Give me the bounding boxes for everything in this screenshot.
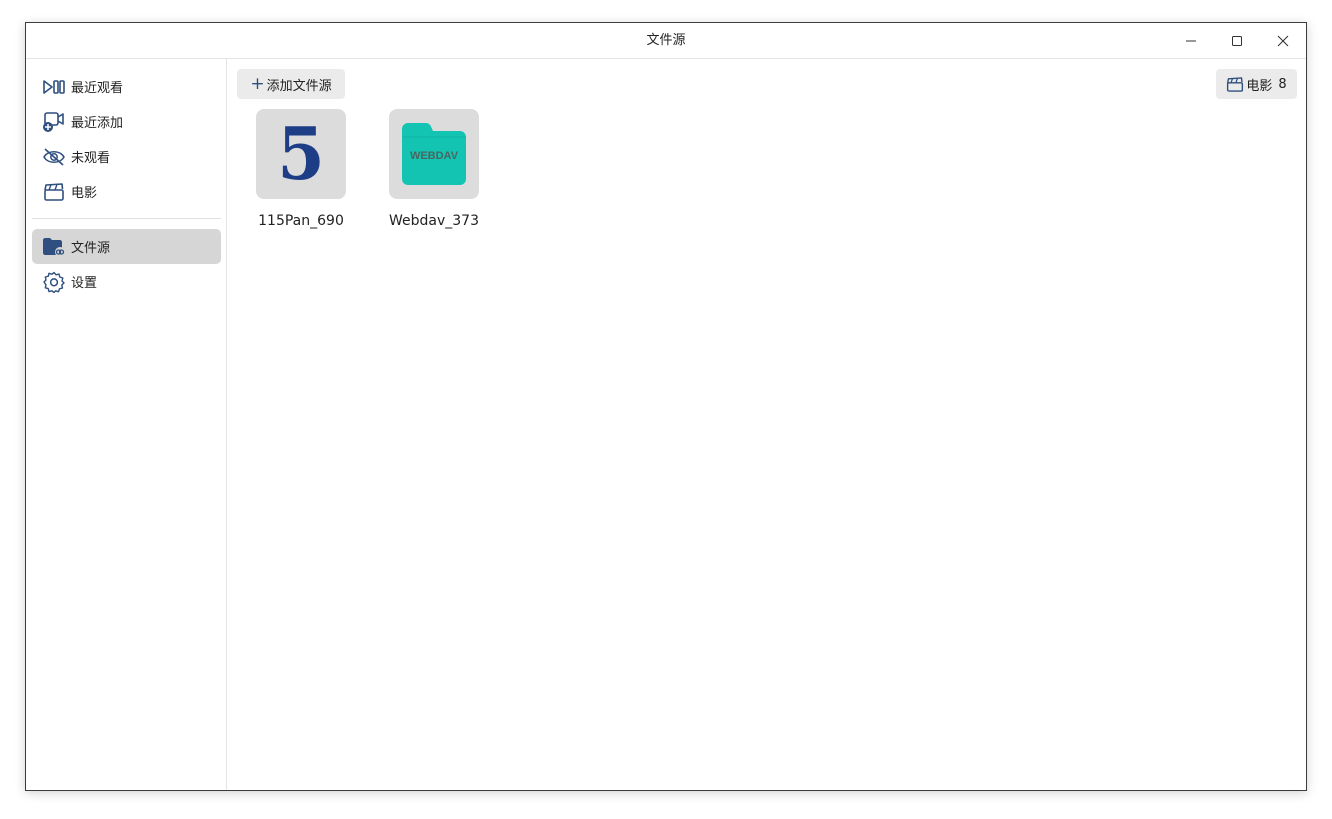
folder-link-icon [42,235,66,259]
movie-count: 8 [1278,76,1287,92]
sidebar-item-file-sources[interactable]: 文件源 [32,229,221,264]
movie-badge-label: 电影 [1246,78,1273,94]
maximize-icon [1232,35,1242,46]
sidebar-item-recently-watched[interactable]: 最近观看 [32,69,221,104]
minimize-button[interactable] [1168,23,1214,58]
gear-icon [42,270,66,294]
sidebar-item-recently-added[interactable]: 最近添加 [32,104,221,139]
sidebar-item-label: 设置 [71,276,98,291]
minimize-icon [1186,40,1196,41]
sidebar-item-label: 文件源 [71,241,111,256]
source-item-webdav[interactable]: WEBDAV Webdav_373 [374,109,494,239]
movie-count-badge[interactable]: 电影 8 [1216,69,1297,99]
add-source-label: 添加文件源 [266,78,332,94]
add-video-icon [42,110,66,134]
main-content: + 添加文件源 电影 8 5 115Pan_690 WEBDAV Webdav_… [227,59,1306,790]
sidebar: 最近观看 最近添加 未观看 电影 文件源 设置 [26,59,227,790]
plus-icon: + [250,73,265,94]
close-button[interactable] [1260,23,1306,58]
source-name: 115Pan_690 [258,213,344,229]
sidebar-item-label: 最近观看 [71,81,124,96]
sidebar-item-unwatched[interactable]: 未观看 [32,139,221,174]
source-name: Webdav_373 [389,213,479,229]
window-title: 文件源 [646,33,686,48]
sidebar-divider [32,218,221,219]
play-pause-icon [42,75,66,99]
eye-off-icon [42,145,66,169]
source-item-115pan[interactable]: 5 115Pan_690 [241,109,361,239]
webdav-folder-icon: WEBDAV [402,123,466,185]
clapperboard-icon [1226,76,1244,93]
add-source-button[interactable]: + 添加文件源 [237,69,345,99]
sidebar-item-label: 最近添加 [71,116,124,131]
clapperboard-icon [42,180,66,204]
sidebar-item-label: 未观看 [71,151,111,166]
close-icon [1277,35,1289,46]
webdav-folder-text: WEBDAV [409,150,459,162]
sidebar-item-label: 电影 [71,186,98,201]
maximize-button[interactable] [1214,23,1260,58]
app-window: 文件源 最近观看 最近添加 未观看 电影 文件源 设置 + 添加文件源 电影 8… [25,22,1307,791]
115pan-logo: 5 [277,111,325,196]
source-tile[interactable]: 5 [256,109,346,199]
sidebar-item-settings[interactable]: 设置 [32,264,221,299]
source-tile[interactable]: WEBDAV [389,109,479,199]
title-bar[interactable]: 文件源 [26,23,1306,59]
sidebar-item-movies[interactable]: 电影 [32,174,221,209]
